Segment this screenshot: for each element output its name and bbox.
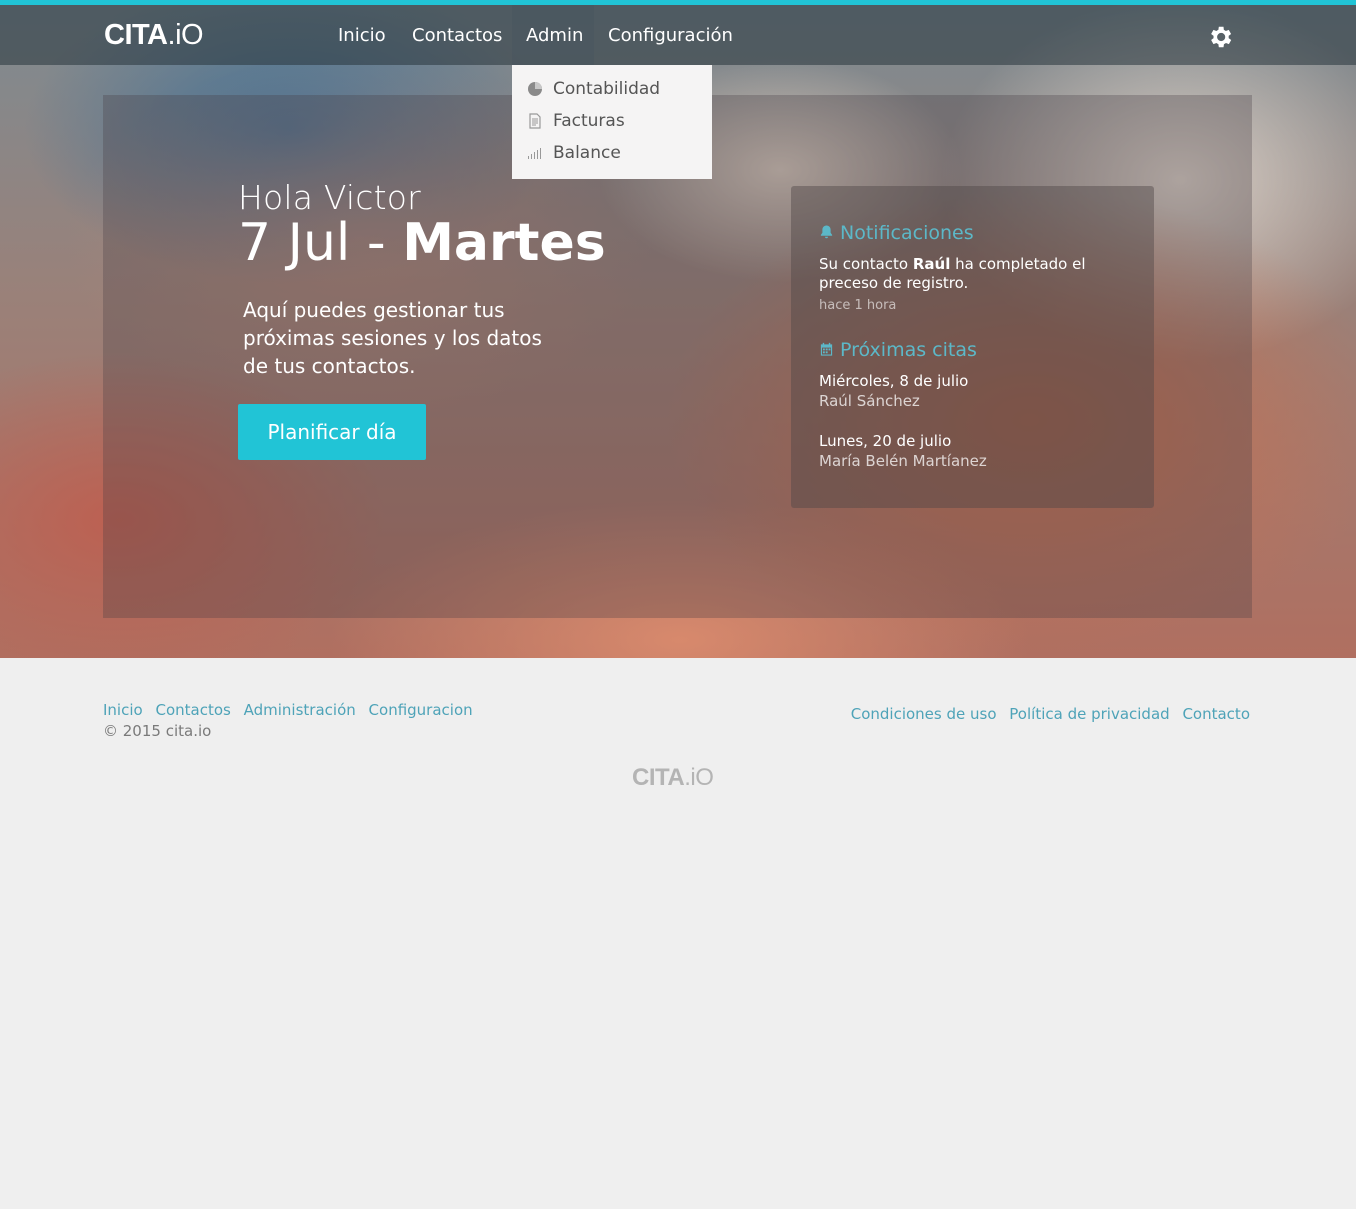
appointment-date: Lunes, 20 de julio bbox=[819, 432, 952, 450]
menu-item-balance[interactable]: Balance bbox=[512, 141, 712, 173]
document-icon bbox=[529, 113, 541, 129]
footer-nav: Inicio Contactos Administración Configur… bbox=[103, 699, 481, 721]
footer-link-privacidad[interactable]: Política de privacidad bbox=[1009, 705, 1169, 723]
menu-item-contabilidad[interactable]: Contabilidad bbox=[512, 77, 712, 109]
notification-text-before: Su contacto bbox=[819, 255, 913, 273]
bar-chart-icon bbox=[528, 148, 541, 159]
bell-icon bbox=[820, 225, 833, 239]
admin-dropdown-menu: Contabilidad Facturas Balance bbox=[512, 65, 712, 179]
appointments-heading-label: Próximas citas bbox=[840, 339, 977, 361]
footer-link-contactos[interactable]: Contactos bbox=[155, 701, 230, 719]
date-heading: 7 Jul - Martes bbox=[238, 212, 606, 274]
notification-contact-name: Raúl bbox=[912, 255, 951, 273]
menu-item-facturas[interactable]: Facturas bbox=[512, 109, 712, 141]
menu-item-label: Balance bbox=[553, 143, 621, 163]
nav-admin[interactable]: Admin bbox=[512, 5, 594, 65]
menu-item-label: Facturas bbox=[553, 111, 625, 131]
notifications-card: Notificaciones Su contacto Raúl ha compl… bbox=[791, 186, 1154, 508]
footer-link-administracion[interactable]: Administración bbox=[244, 701, 356, 719]
plan-day-button[interactable]: Planificar día bbox=[238, 404, 426, 460]
notification-message: Su contacto Raúl ha completado el preces… bbox=[819, 255, 1119, 293]
nav-contactos[interactable]: Contactos bbox=[398, 5, 516, 65]
appointment-contact[interactable]: Raúl Sánchez bbox=[819, 391, 920, 411]
notifications-heading: Notificaciones bbox=[819, 220, 974, 246]
gear-icon[interactable] bbox=[1206, 23, 1234, 51]
footer-link-inicio[interactable]: Inicio bbox=[103, 701, 143, 719]
intro-text: Aquí puedes gestionar tus próximas sesio… bbox=[243, 298, 542, 378]
appointments-heading: Próximas citas bbox=[819, 337, 977, 363]
menu-item-label: Contabilidad bbox=[553, 79, 661, 99]
footer-link-configuracion[interactable]: Configuracion bbox=[369, 701, 473, 719]
footer-link-condiciones[interactable]: Condiciones de uso bbox=[851, 705, 997, 723]
logo-light: .iO bbox=[167, 19, 204, 51]
footer-legal-links: Condiciones de uso Política de privacida… bbox=[843, 703, 1250, 725]
date-weekday: Martes bbox=[402, 213, 606, 273]
pie-chart-icon bbox=[528, 82, 542, 96]
brand-logo[interactable]: CITA.iO bbox=[104, 19, 204, 51]
notification-time: hace 1 hora bbox=[819, 298, 897, 313]
notifications-heading-label: Notificaciones bbox=[840, 222, 974, 244]
footer-logo: CITA.iO bbox=[632, 764, 714, 792]
nav-inicio[interactable]: Inicio bbox=[324, 5, 400, 65]
footer-logo-bold: CITA bbox=[632, 764, 685, 791]
footer-link-contacto[interactable]: Contacto bbox=[1182, 705, 1250, 723]
footer-logo-light: .iO bbox=[684, 764, 714, 791]
nav-configuracion[interactable]: Configuración bbox=[594, 5, 747, 65]
appointment-date: Miércoles, 8 de julio bbox=[819, 372, 969, 390]
date-day: 7 Jul - bbox=[238, 213, 403, 273]
logo-bold: CITA bbox=[104, 19, 168, 51]
appointment-contact[interactable]: María Belén Martíanez bbox=[819, 451, 987, 471]
copyright: © 2015 cita.io bbox=[103, 722, 212, 740]
calendar-icon bbox=[820, 342, 833, 356]
navbar: CITA.iO Inicio Contactos Admin Configura… bbox=[0, 5, 1356, 65]
